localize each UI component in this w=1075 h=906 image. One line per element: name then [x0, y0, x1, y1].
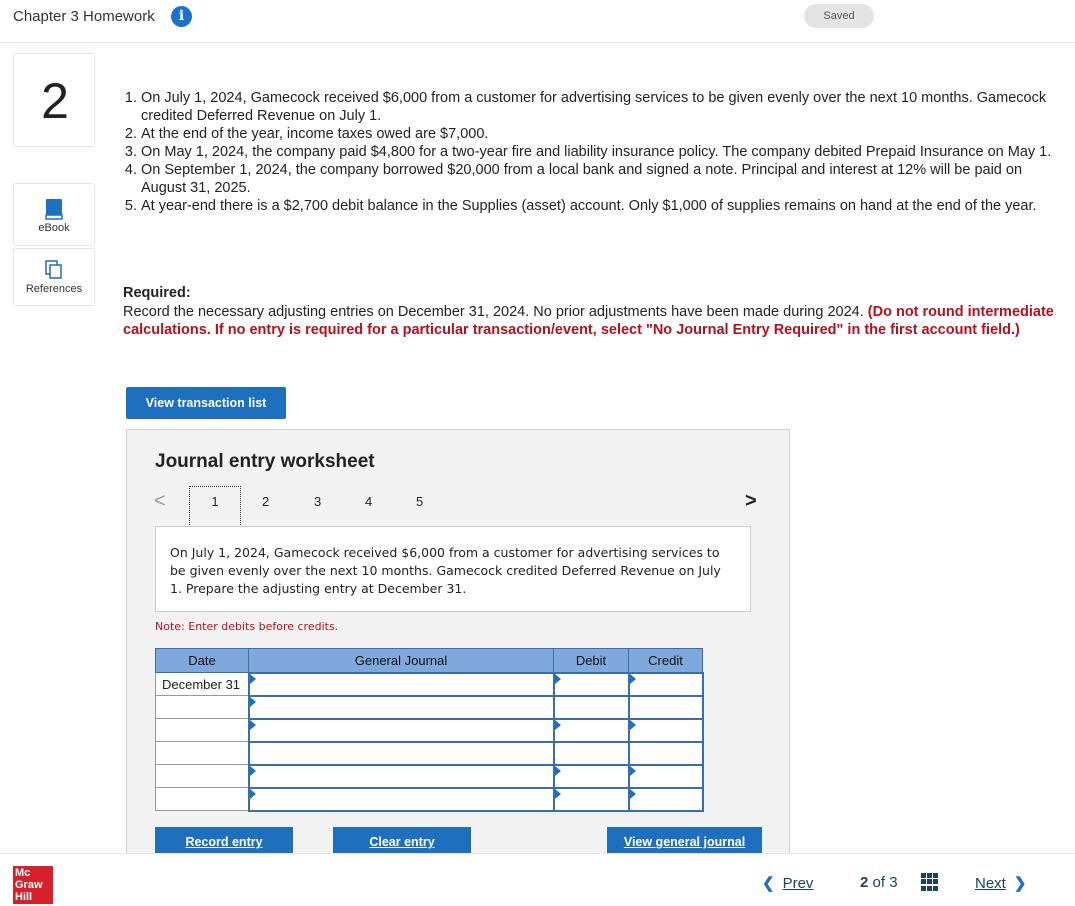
dropdown-marker-icon: [249, 673, 256, 684]
required-instructions: Record the necessary adjusting entries o…: [123, 303, 1058, 339]
account-field[interactable]: [247, 671, 555, 697]
account-field[interactable]: [247, 717, 555, 743]
dropdown-marker-icon: [554, 765, 561, 776]
clear-entry-button[interactable]: Clear entry: [333, 827, 471, 853]
column-header-debit: Debit: [553, 648, 629, 673]
required-text: Record the necessary adjusting entries o…: [123, 304, 868, 320]
table-row: [155, 763, 704, 789]
credit-field[interactable]: [627, 694, 704, 720]
page-indicator: 2 of 3: [860, 874, 898, 891]
top-bar: Chapter 3 Homework i Saved: [0, 0, 1075, 43]
dropdown-marker-icon: [554, 719, 561, 730]
question-number: 2: [41, 73, 69, 129]
dropdown-marker-icon: [554, 673, 561, 684]
transaction-description: On July 1, 2024, Gamecock received $6,00…: [155, 526, 751, 612]
date-cell: [155, 695, 249, 719]
tab-1[interactable]: 1: [189, 486, 241, 529]
credit-field[interactable]: [627, 671, 704, 697]
dropdown-marker-icon: [249, 719, 256, 730]
dropdown-marker-icon: [249, 788, 256, 799]
journal-table: Date General Journal Debit Credit Decemb…: [155, 648, 704, 812]
account-field[interactable]: [247, 740, 555, 766]
debit-field[interactable]: [552, 763, 630, 789]
dropdown-marker-icon: [629, 719, 636, 730]
table-row: [155, 717, 704, 743]
account-field[interactable]: [247, 763, 555, 789]
debit-field[interactable]: [552, 671, 630, 697]
page-of: of: [872, 874, 886, 891]
problem-item-1: On July 1, 2024, Gamecock received $6,00…: [141, 89, 1063, 125]
prev-label: Prev: [782, 875, 814, 892]
chevron-left-icon: ❮: [762, 875, 775, 892]
ebook-label: eBook: [38, 222, 70, 234]
journal-entry-worksheet: Journal entry worksheet < 1 2 3 4 5 > On…: [126, 429, 790, 854]
view-general-journal-button[interactable]: View general journal: [607, 827, 762, 853]
problem-item-4: On September 1, 2024, the company borrow…: [141, 161, 1063, 197]
tab-4[interactable]: 4: [365, 494, 372, 509]
problem-item-3: On May 1, 2024, the company paid $4,800 …: [141, 143, 1063, 161]
table-row: December 31: [155, 671, 704, 697]
column-header-credit: Credit: [628, 648, 703, 673]
tab-2[interactable]: 2: [262, 494, 269, 509]
references-icon: [45, 260, 62, 279]
account-field[interactable]: [247, 694, 555, 720]
dropdown-marker-icon: [249, 696, 256, 707]
credit-field[interactable]: [627, 786, 704, 812]
credit-field[interactable]: [627, 717, 704, 743]
worksheet-title: Journal entry worksheet: [155, 451, 375, 472]
chevron-right-icon[interactable]: >: [745, 490, 757, 513]
table-row: [155, 786, 704, 812]
column-header-date: Date: [155, 648, 249, 673]
table-row: [155, 694, 704, 720]
info-icon[interactable]: i: [171, 6, 192, 27]
grid-icon[interactable]: [921, 873, 939, 891]
references-label: References: [25, 283, 83, 295]
table-row: [155, 740, 704, 766]
references-button[interactable]: References: [13, 248, 95, 306]
problem-item-2: At the end of the year, income taxes owe…: [141, 125, 1063, 143]
debit-field[interactable]: [552, 694, 630, 720]
book-icon: [45, 199, 63, 220]
page-total: 3: [889, 874, 898, 891]
column-header-general-journal: General Journal: [248, 648, 554, 673]
debit-field[interactable]: [552, 786, 630, 812]
debit-field[interactable]: [552, 717, 630, 743]
credit-field[interactable]: [627, 763, 704, 789]
account-field[interactable]: [247, 786, 555, 812]
problem-statement: On July 1, 2024, Gamecock received $6,00…: [123, 89, 1063, 215]
assignment-title: Chapter 3 Homework: [13, 8, 155, 25]
dropdown-marker-icon: [629, 673, 636, 684]
record-entry-button[interactable]: Record entry: [155, 827, 293, 853]
question-number-box: 2: [13, 53, 95, 147]
mcgraw-hill-logo: Mc Graw Hill: [13, 866, 53, 904]
view-transaction-list-button[interactable]: View transaction list: [126, 387, 286, 419]
tab-3[interactable]: 3: [314, 494, 321, 509]
entry-note: Note: Enter debits before credits.: [155, 620, 339, 633]
footer-bar: Mc Graw Hill ❮ Prev 2 of 3 Next ❯: [0, 853, 1075, 906]
page-current: 2: [860, 874, 869, 891]
date-cell: [155, 764, 249, 788]
next-button[interactable]: Next ❯: [975, 874, 1026, 892]
dropdown-marker-icon: [629, 788, 636, 799]
saved-status-badge: Saved: [804, 4, 874, 28]
debit-field[interactable]: [552, 740, 630, 766]
date-cell: [155, 741, 249, 765]
required-heading: Required:: [123, 285, 191, 301]
chevron-right-icon: ❯: [1013, 875, 1027, 892]
dropdown-marker-icon: [554, 788, 561, 799]
next-label: Next: [975, 875, 1006, 892]
credit-field[interactable]: [627, 740, 704, 766]
dropdown-marker-icon: [629, 765, 636, 776]
prev-button[interactable]: ❮ Prev: [762, 874, 813, 892]
ebook-button[interactable]: eBook: [13, 183, 95, 246]
problem-item-5: At year-end there is a $2,700 debit bala…: [141, 197, 1063, 215]
dropdown-marker-icon: [249, 765, 256, 776]
date-cell: December 31: [155, 672, 249, 696]
date-cell: [155, 787, 249, 811]
tab-5[interactable]: 5: [416, 494, 423, 509]
date-cell: [155, 718, 249, 742]
chevron-left-icon[interactable]: <: [154, 490, 166, 513]
